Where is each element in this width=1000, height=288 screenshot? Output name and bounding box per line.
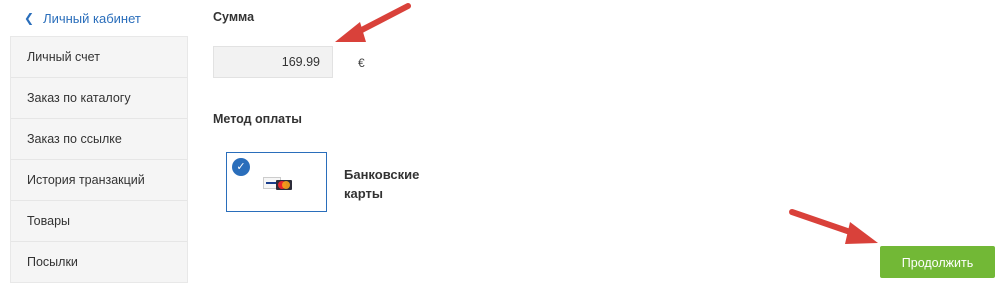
continue-button[interactable]: Продолжить [880, 246, 995, 278]
currency-label: € [358, 56, 365, 70]
sidebar-item-account[interactable]: Личный счет [11, 37, 187, 78]
sidebar-item-catalog-order[interactable]: Заказ по каталогу [11, 78, 187, 119]
sidebar: ❮ Личный кабинет Личный счет Заказ по ка… [10, 0, 188, 284]
chevron-left-icon: ❮ [24, 11, 35, 25]
bank-cards-icon [263, 175, 293, 191]
payment-option-name: Банковские карты [344, 167, 420, 201]
arrow-to-amount [335, 3, 411, 42]
sum-label: Сумма [213, 10, 255, 24]
payment-option-bank-cards[interactable]: ✓ [226, 152, 327, 212]
sidebar-item-transactions[interactable]: История транзакций [11, 160, 187, 201]
payment-method-label: Метод оплаты [213, 112, 302, 126]
back-link-label: Личный кабинет [43, 10, 141, 26]
sidebar-item-products[interactable]: Товары [11, 201, 187, 242]
checkmark-icon: ✓ [232, 158, 250, 176]
sidebar-menu: Личный счет Заказ по каталогу Заказ по с… [10, 36, 188, 283]
amount-input[interactable]: 169.99 [213, 46, 333, 78]
arrow-to-continue [789, 209, 878, 244]
sidebar-item-parcels[interactable]: Посылки [11, 242, 187, 282]
sidebar-item-link-order[interactable]: Заказ по ссылке [11, 119, 187, 160]
back-to-account-link[interactable]: ❮ Личный кабинет [10, 0, 188, 36]
